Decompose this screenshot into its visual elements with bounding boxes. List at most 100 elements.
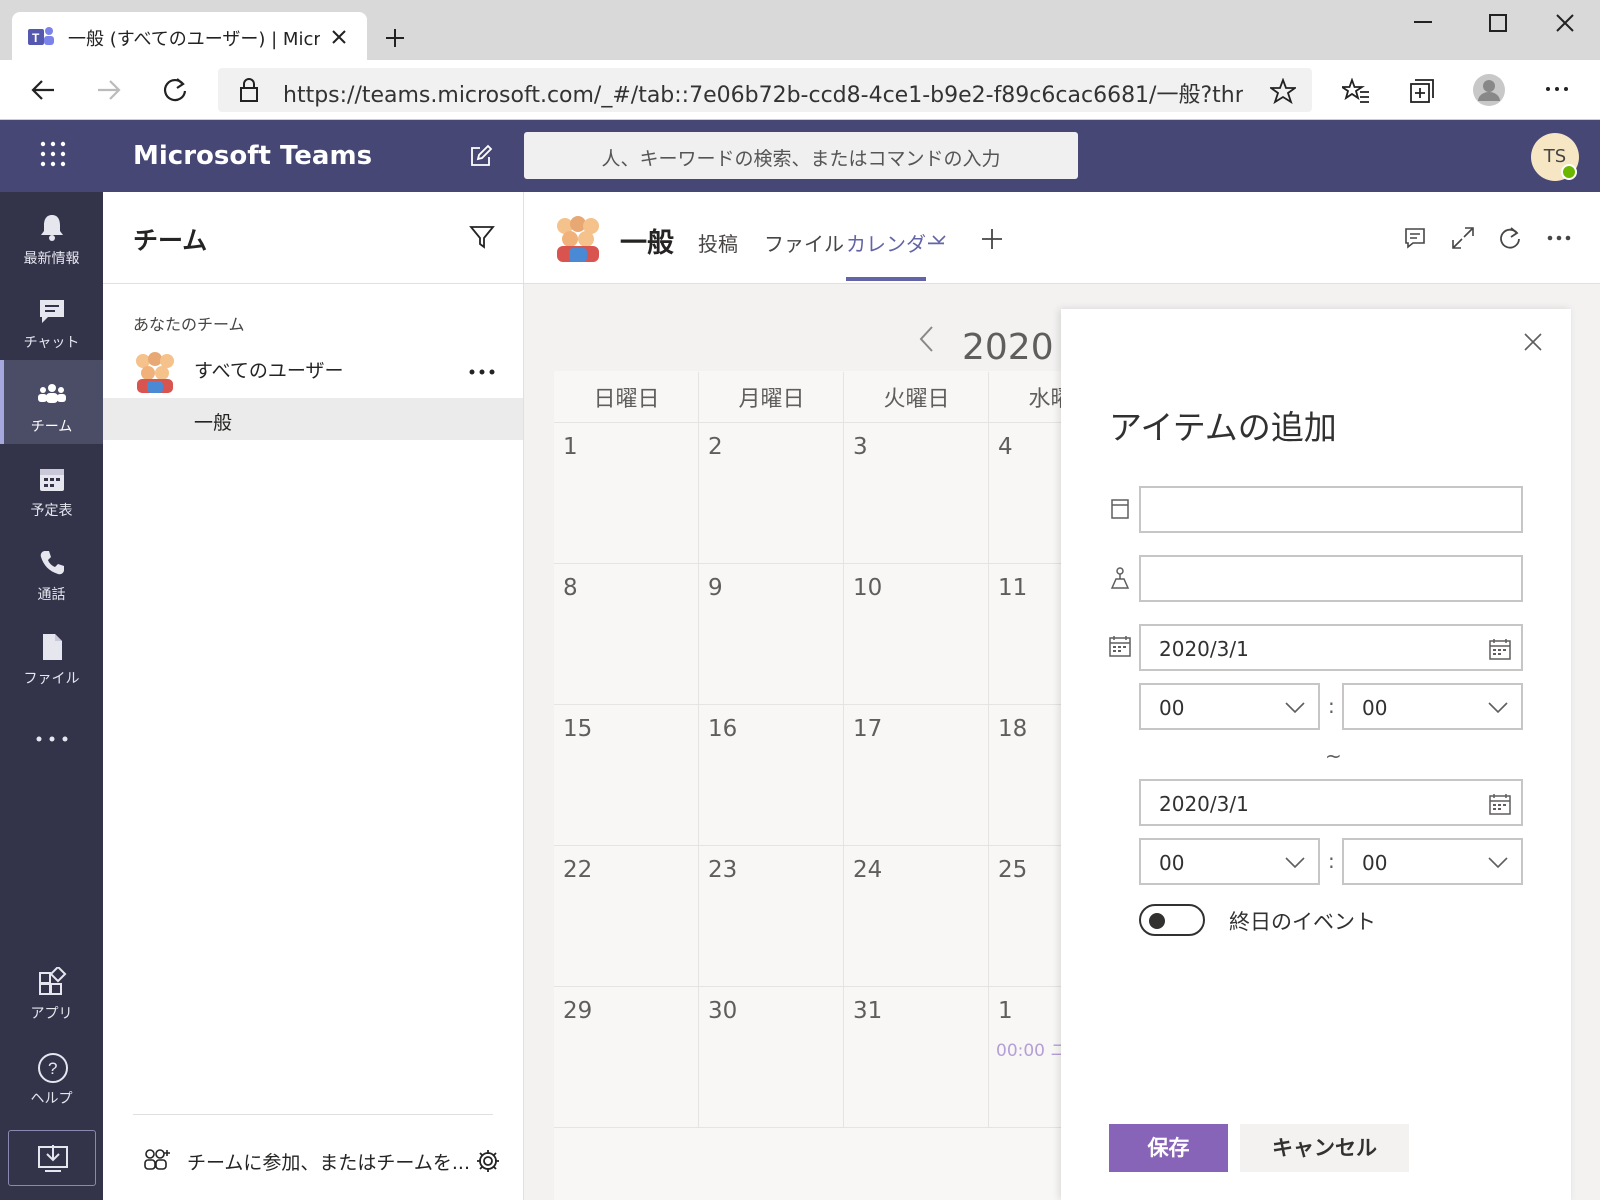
close-icon[interactable] [1524, 333, 1542, 351]
tab-posts[interactable]: 投稿 [698, 228, 738, 257]
day-cell[interactable]: 9 [708, 575, 723, 601]
more-apps-icon[interactable] [36, 736, 68, 742]
end-date-value: 2020/3/1 [1159, 792, 1249, 816]
day-cell[interactable]: 18 [998, 716, 1027, 742]
team-more-options-icon[interactable] [469, 369, 495, 375]
maximize-icon[interactable] [1489, 14, 1507, 32]
new-tab-icon[interactable] [384, 27, 406, 49]
favorite-star-icon[interactable] [1270, 78, 1296, 104]
chevron-down-icon[interactable] [932, 234, 946, 244]
day-cell[interactable]: 4 [998, 434, 1013, 460]
day-cell[interactable]: 23 [708, 857, 737, 883]
channel-more-options-icon[interactable] [1547, 235, 1571, 241]
day-cell[interactable]: 2 [708, 434, 723, 460]
previous-month-icon[interactable] [918, 325, 934, 353]
grid-line [554, 563, 1064, 564]
download-app-button[interactable] [8, 1130, 96, 1186]
teams-icon [37, 380, 67, 410]
app-launcher-icon[interactable] [40, 141, 66, 167]
day-cell[interactable]: 1 [563, 434, 578, 460]
section-label: あなたのチーム [133, 315, 245, 334]
minimize-icon[interactable] [1414, 20, 1432, 24]
expand-icon[interactable] [1451, 226, 1475, 250]
tab-files[interactable]: ファイル [764, 228, 844, 257]
rail-item-calendar[interactable]: 予定表 [0, 452, 103, 534]
chevron-down-icon [1285, 702, 1305, 714]
forward-icon[interactable] [96, 77, 122, 103]
channel-team-avatar [553, 214, 603, 262]
settings-gear-icon[interactable] [475, 1148, 501, 1174]
conversation-icon[interactable] [1403, 226, 1427, 250]
cancel-button[interactable]: キャンセル [1240, 1124, 1409, 1172]
favorites-icon[interactable] [1342, 78, 1370, 104]
profile-icon[interactable] [1472, 73, 1506, 107]
refresh-icon[interactable] [161, 76, 189, 104]
collections-icon[interactable] [1409, 78, 1435, 104]
rail-item-apps[interactable]: アプリ [0, 955, 103, 1037]
search-placeholder[interactable]: 人、キーワードの検索、またはコマンドの入力 [524, 144, 1078, 171]
join-team-icon[interactable] [143, 1148, 171, 1172]
weekday-header: 月曜日 [738, 387, 805, 412]
start-minute-dropdown[interactable]: 00 [1342, 683, 1523, 730]
rail-item-chat[interactable]: チャット [0, 284, 103, 366]
date-field-icon [1109, 635, 1131, 657]
join-or-create-team-link[interactable]: チームに参加、またはチームを... [187, 1148, 470, 1175]
day-cell[interactable]: 16 [708, 716, 737, 742]
day-cell[interactable]: 25 [998, 857, 1027, 883]
end-hour-dropdown[interactable]: 00 [1139, 838, 1320, 885]
day-cell[interactable]: 31 [853, 998, 882, 1024]
close-tab-icon[interactable] [330, 28, 348, 46]
calendar-event[interactable]: 00:00 ユ [996, 1036, 1067, 1061]
save-button[interactable]: 保存 [1109, 1124, 1228, 1172]
day-cell[interactable]: 29 [563, 998, 592, 1024]
reload-tab-icon[interactable] [1498, 226, 1522, 250]
rail-label: 予定表 [30, 503, 73, 519]
day-cell[interactable]: 8 [563, 575, 578, 601]
day-cell[interactable]: 15 [563, 716, 592, 742]
day-cell[interactable]: 1 [998, 998, 1013, 1024]
start-hour-dropdown[interactable]: 00 [1139, 683, 1320, 730]
chevron-down-icon [1488, 857, 1508, 869]
rail-item-files[interactable]: ファイル [0, 620, 103, 702]
add-tab-icon[interactable] [981, 228, 1003, 250]
close-window-icon[interactable] [1555, 13, 1575, 33]
back-icon[interactable] [30, 77, 56, 103]
day-cell[interactable]: 30 [708, 998, 737, 1024]
filter-icon[interactable] [469, 224, 495, 250]
channel-name[interactable]: 一般 [194, 408, 232, 435]
end-date-picker[interactable]: 2020/3/1 [1139, 779, 1523, 826]
compose-icon[interactable] [469, 144, 493, 168]
calendar-picker-icon[interactable] [1489, 638, 1511, 660]
day-cell[interactable]: 17 [853, 716, 882, 742]
grid-line [988, 372, 989, 1128]
day-cell[interactable]: 3 [853, 434, 868, 460]
svg-text:T: T [32, 31, 40, 45]
rail-item-activity[interactable]: 最新情報 [0, 200, 103, 282]
time-separator: : [1328, 849, 1335, 873]
rail-item-teams[interactable]: チーム [0, 368, 103, 450]
end-minute-dropdown[interactable]: 00 [1342, 838, 1523, 885]
browser-more-icon[interactable] [1545, 86, 1569, 92]
tab-calendar[interactable]: カレンダー [846, 228, 946, 257]
team-avatar[interactable] [133, 351, 177, 393]
calendar-picker-icon[interactable] [1489, 793, 1511, 815]
start-hour-value: 00 [1159, 696, 1185, 720]
title-input[interactable] [1139, 486, 1523, 533]
day-cell[interactable]: 24 [853, 857, 882, 883]
divider [103, 283, 524, 284]
rail-item-help[interactable]: ? ヘルプ [0, 1040, 103, 1122]
url-text[interactable]: https://teams.microsoft.com/_#/tab::7e06… [283, 77, 1243, 109]
team-name[interactable]: すべてのユーザー [194, 356, 344, 383]
channel-title: 一般 [620, 228, 674, 259]
grid-line [554, 422, 1064, 423]
location-input[interactable] [1139, 555, 1523, 602]
day-cell[interactable]: 22 [563, 857, 592, 883]
rail-item-calls[interactable]: 通話 [0, 536, 103, 618]
day-cell[interactable]: 10 [853, 575, 882, 601]
rail-label: チーム [30, 419, 73, 435]
day-cell[interactable]: 11 [998, 575, 1027, 601]
phone-icon [37, 548, 67, 578]
channel-item-general[interactable] [103, 398, 523, 440]
lock-icon[interactable] [239, 78, 259, 102]
start-date-picker[interactable]: 2020/3/1 [1139, 624, 1523, 671]
